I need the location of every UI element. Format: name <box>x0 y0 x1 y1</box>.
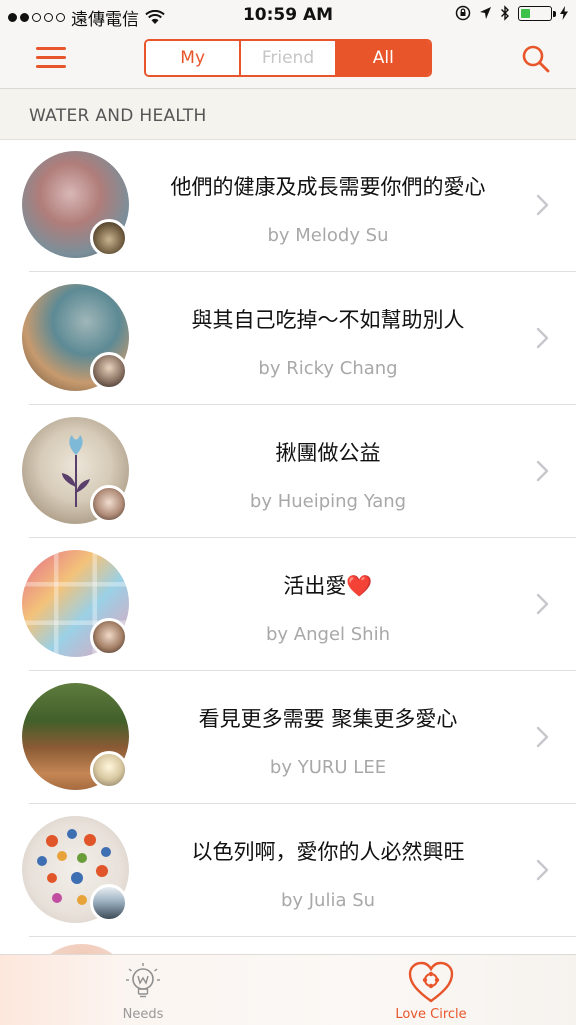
list-item-partial <box>0 936 576 956</box>
search-icon[interactable] <box>520 43 552 75</box>
location-icon <box>480 7 491 19</box>
battery-icon <box>518 5 556 21</box>
list-item[interactable]: 他們的健康及成長需要你們的愛心 by Melody Su <box>0 139 576 272</box>
chevron-right-icon <box>536 859 549 881</box>
tab-love-circle[interactable]: Love Circle <box>356 955 506 1025</box>
campaign-title: 他們的健康及成長需要你們的愛心 <box>170 175 486 199</box>
list-item[interactable]: 活出愛❤️ by Angel Shih <box>0 538 576 671</box>
menu-button[interactable] <box>36 45 66 71</box>
campaign-author: by YURU LEE <box>269 757 387 778</box>
status-right <box>455 5 568 21</box>
nav-bar: My Friend All <box>0 30 576 89</box>
campaign-author: by Melody Su <box>267 225 389 246</box>
tab-bar: Needs Love Circle <box>0 954 576 1025</box>
avatar <box>90 219 128 257</box>
heart-circle-icon <box>408 961 454 1003</box>
campaign-list: 他們的健康及成長需要你們的愛心 by Melody Su 與其自己吃掉～不如幫助… <box>0 139 576 937</box>
campaign-title: 活出愛❤️ <box>283 574 373 598</box>
campaign-title: 看見更多需要 聚集更多愛心 <box>198 707 458 731</box>
campaign-author: by Angel Shih <box>266 624 390 645</box>
avatar <box>90 485 128 523</box>
list-item[interactable]: 揪團做公益 by Hueiping Yang <box>0 405 576 538</box>
campaign-author: by Hueiping Yang <box>249 491 407 512</box>
lightbulb-icon <box>126 963 160 998</box>
avatar <box>90 884 128 922</box>
tab-love-circle-label: Love Circle <box>395 1007 467 1022</box>
status-bar: 遠傳電信 10:59 AM <box>0 0 576 30</box>
chevron-right-icon <box>536 327 549 349</box>
list-item[interactable]: 看見更多需要 聚集更多愛心 by YURU LEE <box>0 671 576 804</box>
list-item[interactable]: 與其自己吃掉～不如幫助別人 by Ricky Chang <box>0 272 576 405</box>
campaign-author: by Ricky Chang <box>258 358 398 379</box>
tab-needs-label: Needs <box>122 1007 164 1022</box>
charging-icon <box>560 6 568 20</box>
campaign-title: 揪團做公益 <box>275 441 381 465</box>
chevron-right-icon <box>536 726 549 748</box>
segment-all[interactable]: All <box>336 41 430 75</box>
chevron-right-icon <box>536 194 549 216</box>
segment-my[interactable]: My <box>146 41 242 75</box>
chevron-right-icon <box>536 593 549 615</box>
campaign-title: 與其自己吃掉～不如幫助別人 <box>191 308 465 332</box>
battery-level <box>521 8 531 18</box>
filter-segmented-control: My Friend All <box>144 39 432 77</box>
campaign-author: by Julia Su <box>280 890 376 911</box>
section-header: WATER AND HEALTH <box>0 89 576 140</box>
tab-needs[interactable]: Needs <box>68 955 218 1025</box>
avatar <box>90 618 128 656</box>
bluetooth-icon <box>501 5 509 21</box>
campaign-title: 以色列啊，愛你的人必然興旺 <box>191 840 465 864</box>
chevron-right-icon <box>536 460 549 482</box>
avatar <box>90 751 128 789</box>
avatar <box>90 352 128 390</box>
rotation-lock-icon <box>455 5 471 21</box>
segment-friend[interactable]: Friend <box>241 41 337 75</box>
list-item[interactable]: 以色列啊，愛你的人必然興旺 by Julia Su <box>0 804 576 937</box>
section-title: WATER AND HEALTH <box>29 106 207 126</box>
